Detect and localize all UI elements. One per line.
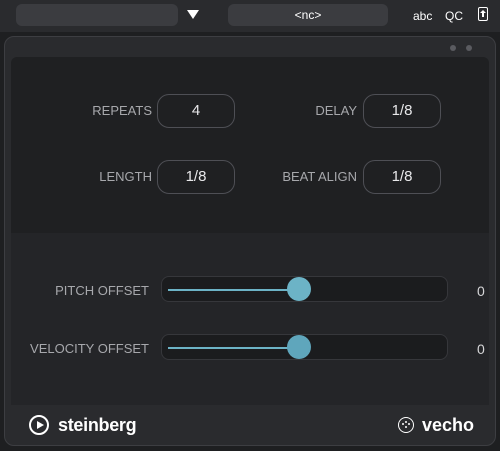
length-label: LENGTH <box>99 169 152 184</box>
preset-dropdown-arrow-icon[interactable] <box>187 10 199 19</box>
delay-field[interactable]: 1/8 <box>363 94 441 128</box>
window-dot-icon <box>450 45 456 51</box>
pitch-offset-slider[interactable] <box>161 276 448 302</box>
repeats-field[interactable]: 4 <box>157 94 235 128</box>
plugin-footer: steinberg vecho <box>5 405 495 445</box>
timing-panel: REPEATS 4 DELAY 1/8 LENGTH 1/8 BEAT ALIG… <box>11 57 489 233</box>
beat-align-field[interactable]: 1/8 <box>363 160 441 194</box>
brand-name: steinberg <box>58 415 137 435</box>
host-toolbar: <nc> abc QC <box>0 0 500 32</box>
window-dot-icon <box>466 45 472 51</box>
plugin-name: vecho <box>422 415 475 435</box>
length-field[interactable]: 1/8 <box>157 160 235 194</box>
repeats-label: REPEATS <box>92 103 152 118</box>
quick-controls-button[interactable]: QC <box>445 9 463 23</box>
offset-panel: PITCH OFFSET 0 VELOCITY OFFSET 0 <box>11 233 489 405</box>
velocity-offset-slider-knob[interactable] <box>286 335 311 359</box>
pitch-offset-value: 0 <box>477 283 485 299</box>
velocity-offset-slider-fill <box>168 347 299 349</box>
midi-input-field[interactable]: <nc> <box>228 4 388 26</box>
pitch-offset-slider-fill <box>168 289 299 291</box>
export-icon[interactable] <box>478 7 488 21</box>
preset-field[interactable] <box>16 4 178 26</box>
velocity-offset-slider[interactable] <box>161 334 448 360</box>
vecho-logo-icon <box>398 417 414 433</box>
vecho-plugin-window: REPEATS 4 DELAY 1/8 LENGTH 1/8 BEAT ALIG… <box>4 36 496 446</box>
delay-label: DELAY <box>315 103 357 118</box>
beat-align-label: BEAT ALIGN <box>282 169 357 184</box>
pitch-offset-label: PITCH OFFSET <box>55 283 149 298</box>
velocity-offset-value: 0 <box>477 341 485 357</box>
velocity-offset-label: VELOCITY OFFSET <box>30 341 149 356</box>
steinberg-logo-icon <box>29 415 49 435</box>
abc-button[interactable]: abc <box>413 9 432 23</box>
pitch-offset-slider-knob[interactable] <box>286 277 311 301</box>
